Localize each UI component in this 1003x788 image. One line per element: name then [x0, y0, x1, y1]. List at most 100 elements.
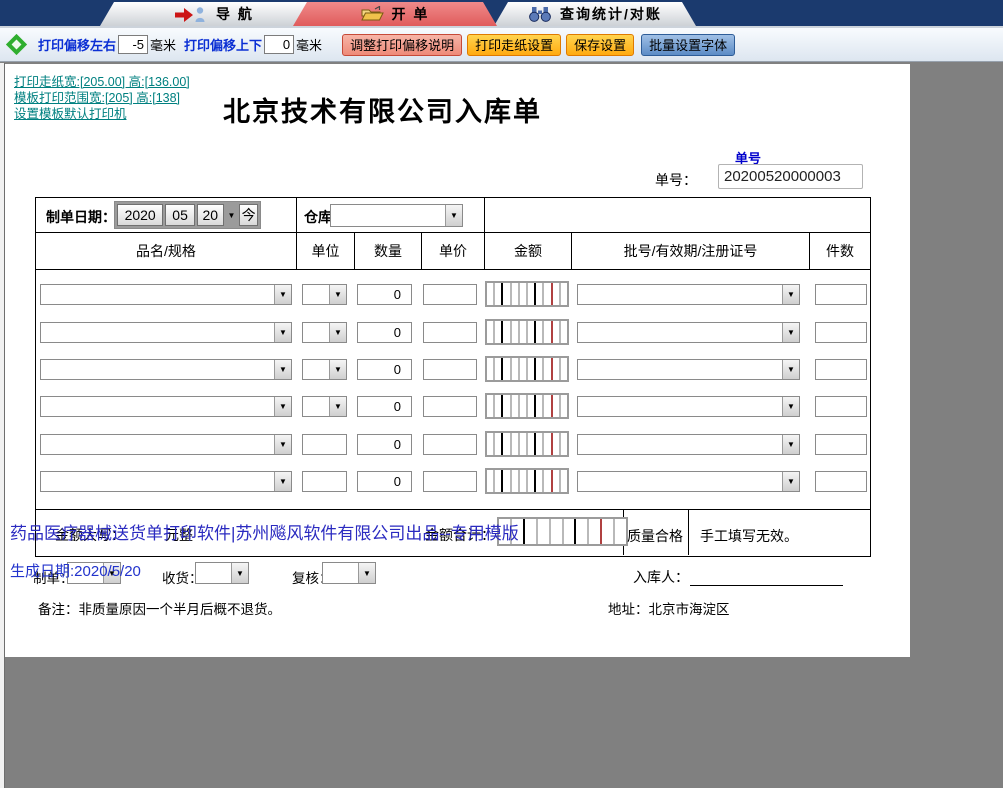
amount-grid-cell: [536, 395, 545, 417]
price-input[interactable]: [423, 434, 477, 455]
dropdown-arrow-icon[interactable]: [231, 563, 248, 583]
dropdown-arrow-icon[interactable]: [329, 397, 346, 416]
tab-navigation[interactable]: 导 航: [100, 2, 328, 26]
dropdown-arrow-icon[interactable]: [782, 285, 799, 304]
unit-input[interactable]: [302, 471, 347, 492]
dropdown-arrow-icon[interactable]: [782, 472, 799, 491]
offset-tb-input[interactable]: [264, 35, 295, 54]
price-input[interactable]: [423, 284, 477, 305]
amount-grid-cell: [503, 321, 512, 343]
unit-input[interactable]: [302, 434, 347, 455]
dropdown-arrow-icon[interactable]: [274, 397, 291, 416]
date-day-segment[interactable]: 20: [196, 204, 224, 226]
amount-grid: [485, 356, 569, 382]
price-input[interactable]: [423, 359, 477, 380]
product-name-select[interactable]: [40, 284, 292, 305]
offset-lr-input[interactable]: [118, 35, 149, 54]
quantity-input[interactable]: [357, 284, 412, 305]
amount-grid-cell: [528, 470, 537, 492]
dropdown-arrow-icon[interactable]: [274, 360, 291, 379]
batch-select[interactable]: [577, 359, 800, 380]
amount-grid: [485, 468, 569, 494]
batch-select[interactable]: [577, 396, 800, 417]
price-input[interactable]: [423, 322, 477, 343]
batch-select[interactable]: [577, 471, 800, 492]
save-settings-button[interactable]: 保存设置: [566, 33, 635, 56]
amount-grid-cell: [553, 395, 561, 417]
dropdown-arrow-icon[interactable]: [445, 205, 462, 226]
batch-select[interactable]: [577, 284, 800, 305]
product-name-select[interactable]: [40, 359, 292, 380]
dropdown-arrow-icon[interactable]: [782, 360, 799, 379]
handwrite-note: 手工填写无效。: [700, 528, 798, 544]
batch-select[interactable]: [577, 434, 800, 455]
today-button[interactable]: 今: [239, 204, 259, 226]
dropdown-arrow-icon[interactable]: [782, 323, 799, 342]
quantity-input[interactable]: [357, 434, 412, 455]
unit-select[interactable]: [302, 396, 347, 417]
amount-grid-cell: [553, 358, 561, 380]
amount-grid-cell: [520, 470, 529, 492]
amount-grid-cell: [576, 519, 590, 544]
table-date-row: 制单日期： 2020 05 20 ▼ 今 仓库：: [36, 198, 870, 233]
pieces-input[interactable]: [815, 359, 867, 380]
reviewer-select[interactable]: [322, 562, 376, 584]
amount-grid-cell: [536, 358, 545, 380]
batch-font-settings-button[interactable]: 批量设置字体: [641, 33, 736, 56]
unit-select[interactable]: [302, 284, 347, 305]
dropdown-arrow-icon[interactable]: [274, 285, 291, 304]
warehouse-select[interactable]: [330, 204, 463, 227]
dropdown-arrow-icon[interactable]: [329, 360, 346, 379]
product-name-select[interactable]: [40, 396, 292, 417]
paper-feed-settings-button[interactable]: 打印走纸设置: [467, 33, 562, 56]
dropdown-arrow-icon[interactable]: [329, 285, 346, 304]
amount-grid-cell: [528, 433, 537, 455]
amount-grid-cell: [520, 433, 529, 455]
batch-select[interactable]: [577, 322, 800, 343]
offset-tb-label: 打印偏移上下: [184, 38, 263, 53]
amount-grid-cell: [544, 395, 553, 417]
pieces-input[interactable]: [815, 396, 867, 417]
dropdown-arrow-icon[interactable]: [274, 323, 291, 342]
amount-grid-cell: [512, 395, 520, 417]
unit-select[interactable]: [302, 359, 347, 380]
tab-billing[interactable]: 开 单: [293, 2, 497, 26]
pieces-input[interactable]: [815, 284, 867, 305]
quantity-input[interactable]: [357, 396, 412, 417]
nav-arrow-person-icon: [174, 6, 208, 23]
quantity-input[interactable]: [357, 471, 412, 492]
receipt-document: 打印走纸宽:[205.00] 高:[136.00] 模板打印范围宽:[205] …: [5, 64, 910, 657]
price-input[interactable]: [423, 396, 477, 417]
product-name-select[interactable]: [40, 434, 292, 455]
adjust-offset-help-button[interactable]: 调整打印偏移说明: [342, 33, 463, 56]
make-date-label: 制单日期：: [46, 209, 116, 225]
dropdown-arrow-icon[interactable]: [274, 435, 291, 454]
product-name-select[interactable]: [40, 471, 292, 492]
pieces-input[interactable]: [815, 434, 867, 455]
dropdown-arrow-icon[interactable]: [358, 563, 375, 583]
dropdown-arrow-icon[interactable]: [782, 397, 799, 416]
pieces-input[interactable]: [815, 471, 867, 492]
order-no-input[interactable]: [718, 164, 863, 189]
date-year-segment[interactable]: 2020: [117, 204, 164, 226]
amount-grid-cell: [561, 283, 567, 305]
date-dropdown-arrow-icon[interactable]: ▼: [226, 211, 238, 220]
price-input[interactable]: [423, 471, 477, 492]
unit-select[interactable]: [302, 322, 347, 343]
dropdown-arrow-icon[interactable]: [274, 472, 291, 491]
amount-grid-cell: [553, 283, 561, 305]
tab-query-stats[interactable]: 查询统计/对账: [494, 2, 696, 26]
dropdown-arrow-icon[interactable]: [782, 435, 799, 454]
default-printer-link[interactable]: 设置模板默认打印机: [14, 103, 127, 122]
quantity-input[interactable]: [357, 322, 412, 343]
product-name-select[interactable]: [40, 322, 292, 343]
amount-grid-cell: [544, 358, 553, 380]
amount-grid-cell: [544, 321, 553, 343]
table-divider: [296, 198, 297, 232]
amount-grid-cell: [512, 358, 520, 380]
pieces-input[interactable]: [815, 322, 867, 343]
quantity-input[interactable]: [357, 359, 412, 380]
dropdown-arrow-icon[interactable]: [329, 323, 346, 342]
date-month-segment[interactable]: 05: [165, 204, 195, 226]
receiver-select[interactable]: [195, 562, 249, 584]
